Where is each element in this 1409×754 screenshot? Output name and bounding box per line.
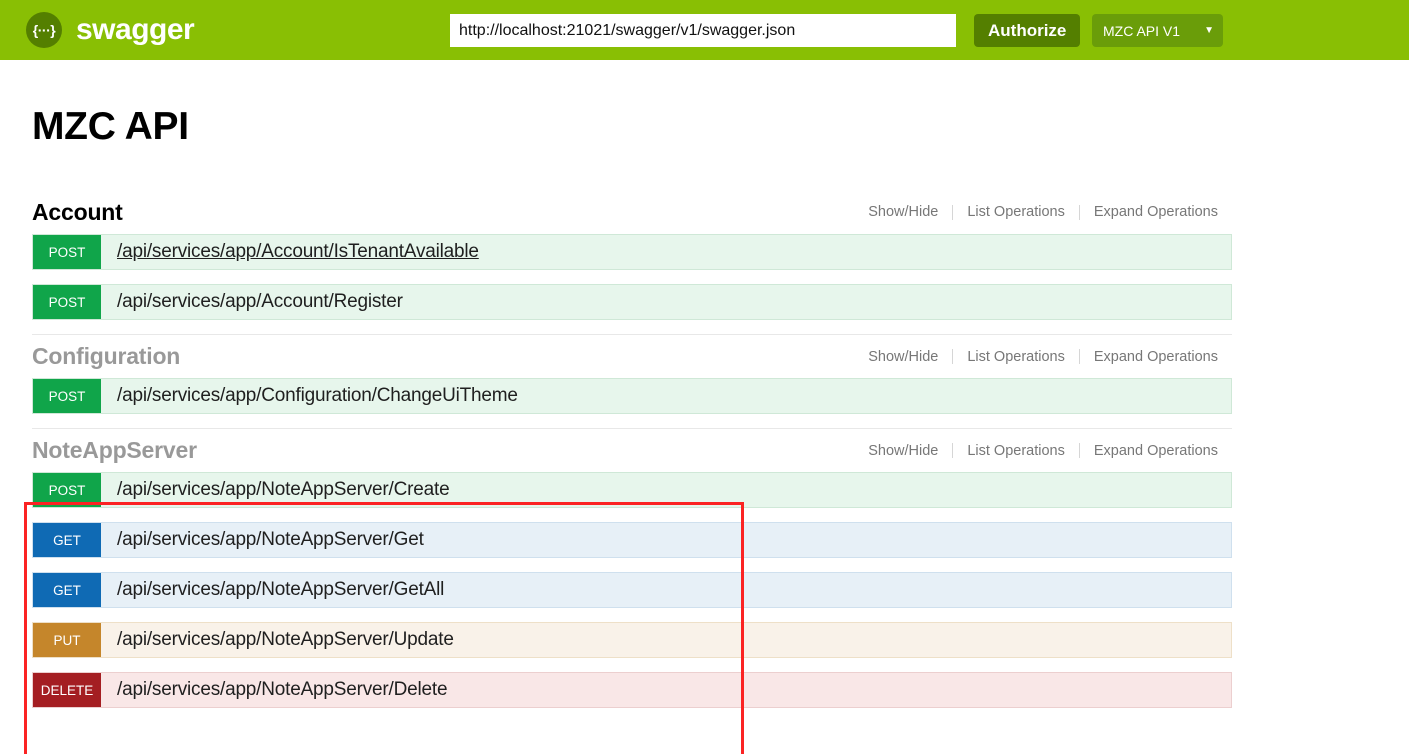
operation-path-link[interactable]: /api/services/app/NoteAppServer/Get xyxy=(101,529,1231,551)
resource-options: Show/Hide List Operations Expand Operation… xyxy=(854,443,1232,459)
http-method-badge: GET xyxy=(33,523,101,557)
api-version-select[interactable]: MZC API V1 ▼ xyxy=(1092,14,1223,47)
resource-title[interactable]: Account xyxy=(32,199,123,226)
list-operations-link[interactable]: List Operations xyxy=(953,204,1079,220)
operation-list: POST/api/services/app/NoteAppServer/Crea… xyxy=(32,472,1232,708)
operation-row[interactable]: POST/api/services/app/NoteAppServer/Crea… xyxy=(32,472,1232,508)
operation-list: POST/api/services/app/Configuration/Chan… xyxy=(32,378,1232,414)
operation-row[interactable]: GET/api/services/app/NoteAppServer/Get xyxy=(32,522,1232,558)
http-method-badge: DELETE xyxy=(33,673,101,707)
http-method-badge: PUT xyxy=(33,623,101,657)
http-method-badge: POST xyxy=(33,235,101,269)
http-method-badge: POST xyxy=(33,285,101,319)
expand-operations-link[interactable]: Expand Operations xyxy=(1080,349,1232,365)
http-method-badge: POST xyxy=(33,379,101,413)
operation-path-link[interactable]: /api/services/app/NoteAppServer/Delete xyxy=(101,679,1231,701)
resource-title[interactable]: Configuration xyxy=(32,343,180,370)
expand-operations-link[interactable]: Expand Operations xyxy=(1080,204,1232,220)
resource-heading: Account Show/Hide List Operations Expand Op… xyxy=(32,190,1232,234)
api-version-label: MZC API V1 xyxy=(1103,22,1181,39)
swagger-braces-icon: {···} xyxy=(26,12,62,48)
swagger-wordmark: swagger xyxy=(76,13,195,46)
operation-path-link[interactable]: /api/services/app/NoteAppServer/Create xyxy=(101,479,1231,501)
list-operations-link[interactable]: List Operations xyxy=(953,443,1079,459)
show-hide-link[interactable]: Show/Hide xyxy=(854,443,952,459)
resource-options: Show/Hide List Operations Expand Operation… xyxy=(854,204,1232,220)
spec-url-input[interactable] xyxy=(450,14,956,47)
operation-row[interactable]: POST/api/services/app/Account/Register xyxy=(32,284,1232,320)
resource-options: Show/Hide List Operations Expand Operation… xyxy=(854,349,1232,365)
swagger-logo[interactable]: {···} swagger xyxy=(26,12,195,48)
operation-row[interactable]: POST/api/services/app/Configuration/Chan… xyxy=(32,378,1232,414)
http-method-badge: POST xyxy=(33,473,101,507)
chevron-down-icon: ▼ xyxy=(1204,25,1214,36)
http-method-badge: GET xyxy=(33,573,101,607)
swagger-topbar: {···} swagger Authorize MZC API V1 ▼ xyxy=(0,0,1409,60)
show-hide-link[interactable]: Show/Hide xyxy=(854,204,952,220)
operation-path-link[interactable]: /api/services/app/Account/Register xyxy=(101,291,1231,313)
operation-row[interactable]: PUT/api/services/app/NoteAppServer/Updat… xyxy=(32,622,1232,658)
resource-list: Account Show/Hide List Operations Expand Op… xyxy=(32,190,1232,722)
operation-path-link[interactable]: /api/services/app/Configuration/ChangeUi… xyxy=(101,385,1231,407)
list-operations-link[interactable]: List Operations xyxy=(953,349,1079,365)
authorize-button[interactable]: Authorize xyxy=(974,14,1081,47)
operation-row[interactable]: POST/api/services/app/Account/IsTenantAv… xyxy=(32,234,1232,270)
operation-path-link[interactable]: /api/services/app/NoteAppServer/GetAll xyxy=(101,579,1231,601)
resource-title[interactable]: NoteAppServer xyxy=(32,437,197,464)
operation-path-link[interactable]: /api/services/app/Account/IsTenantAvaila… xyxy=(101,241,1231,263)
resource-heading: NoteAppServer Show/Hide List Operations Exp… xyxy=(32,428,1232,472)
operation-path-link[interactable]: /api/services/app/NoteAppServer/Update xyxy=(101,629,1231,651)
expand-operations-link[interactable]: Expand Operations xyxy=(1080,443,1232,459)
resource-heading: Configuration Show/Hide List Operations Exp… xyxy=(32,334,1232,378)
page-title: MZC API xyxy=(32,105,189,148)
operation-row[interactable]: DELETE/api/services/app/NoteAppServer/De… xyxy=(32,672,1232,708)
operation-row[interactable]: GET/api/services/app/NoteAppServer/GetAl… xyxy=(32,572,1232,608)
resource-noteappserver: NoteAppServer Show/Hide List Operations Exp… xyxy=(32,428,1232,708)
operation-list: POST/api/services/app/Account/IsTenantAv… xyxy=(32,234,1232,320)
show-hide-link[interactable]: Show/Hide xyxy=(854,349,952,365)
resource-account: Account Show/Hide List Operations Expand Op… xyxy=(32,190,1232,320)
resource-configuration: Configuration Show/Hide List Operations Exp… xyxy=(32,334,1232,414)
